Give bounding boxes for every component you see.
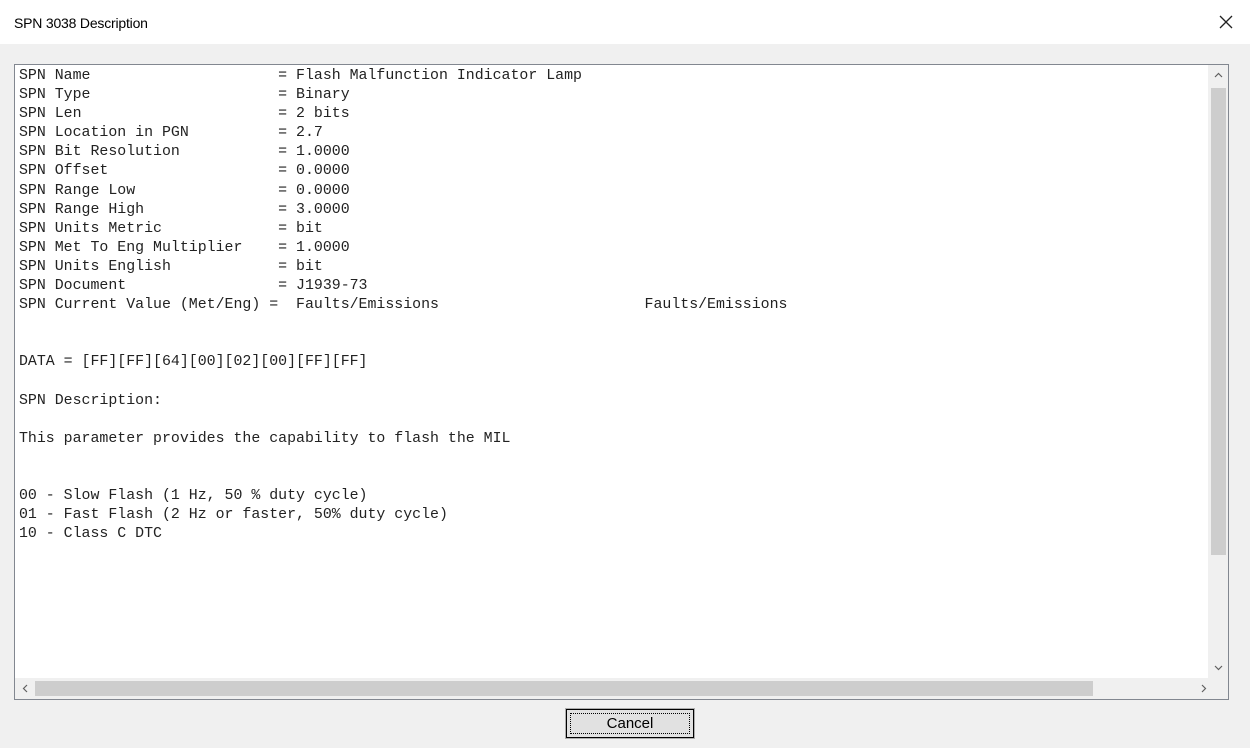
chevron-up-icon [1214, 72, 1222, 78]
chevron-left-icon [22, 684, 28, 693]
text-line [19, 468, 1208, 487]
text-line [19, 334, 1208, 353]
text-line: 00 - Slow Flash (1 Hz, 50 % duty cycle) [19, 488, 368, 505]
scroll-up-button[interactable] [1208, 65, 1228, 85]
text-line: SPN Offset = 0.0000 [19, 163, 350, 180]
text-line: SPN Description: [19, 392, 162, 409]
text-line: SPN Range High = 3.0000 [19, 201, 350, 218]
text-line: SPN Range Low = 0.0000 [19, 182, 350, 199]
text-line: DATA = [FF][FF][64][00][02][00][FF][FF] [19, 354, 368, 371]
text-line: SPN Location in PGN = 2.7 [19, 125, 323, 142]
text-line [19, 411, 1208, 430]
title-bar: SPN 3038 Description [0, 0, 1250, 44]
window-title: SPN 3038 Description [14, 15, 148, 31]
text-line: SPN Len = 2 bits [19, 106, 350, 123]
text-line: SPN Current Value (Met/Eng) = Faults/Emi… [19, 297, 788, 314]
dialog-body: SPN Name = Flash Malfunction Indicator L… [0, 44, 1250, 748]
description-textbox[interactable]: SPN Name = Flash Malfunction Indicator L… [14, 64, 1229, 700]
cancel-button[interactable]: Cancel [565, 708, 695, 739]
close-button[interactable] [1202, 0, 1250, 44]
scrollbar-corner [1208, 678, 1228, 699]
horizontal-scroll-thumb[interactable] [35, 681, 1093, 696]
vertical-scroll-thumb[interactable] [1211, 88, 1226, 555]
text-line: 10 - Class C DTC [19, 526, 162, 543]
text-line [19, 449, 1208, 468]
chevron-down-icon [1214, 665, 1222, 671]
text-line: 01 - Fast Flash (2 Hz or faster, 50% dut… [19, 507, 448, 524]
vertical-scrollbar[interactable] [1208, 65, 1228, 678]
scroll-down-button[interactable] [1208, 658, 1228, 678]
description-text[interactable]: SPN Name = Flash Malfunction Indicator L… [19, 67, 1208, 673]
text-line: SPN Document = J1939-73 [19, 278, 368, 295]
scroll-left-button[interactable] [15, 678, 35, 699]
text-line: SPN Units Metric = bit [19, 220, 323, 237]
chevron-right-icon [1201, 684, 1207, 693]
text-line: SPN Name = Flash Malfunction Indicator L… [19, 68, 582, 84]
text-line: SPN Units English = bit [19, 258, 323, 275]
text-line: SPN Met To Eng Multiplier = 1.0000 [19, 239, 350, 256]
text-line [19, 544, 1208, 563]
text-line: SPN Type = Binary [19, 87, 350, 104]
text-line: This parameter provides the capability t… [19, 430, 511, 447]
horizontal-scrollbar[interactable] [15, 678, 1228, 699]
text-line: SPN Bit Resolution = 1.0000 [19, 144, 350, 161]
text-line [19, 373, 1208, 392]
cancel-button-label: Cancel [606, 715, 654, 732]
text-line [19, 315, 1208, 334]
close-icon [1219, 15, 1233, 29]
